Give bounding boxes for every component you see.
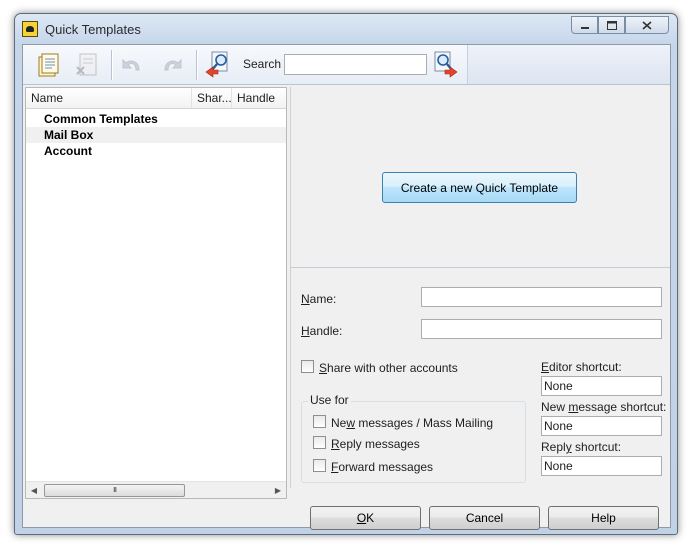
redo-button[interactable]: [158, 51, 186, 79]
minimize-icon: [580, 27, 589, 29]
title-bar[interactable]: Quick Templates: [15, 14, 677, 44]
editor-shortcut-label: Editor shortcut:: [541, 360, 622, 374]
name-label: Name:: [301, 292, 337, 306]
find-prev-button[interactable]: [204, 51, 232, 79]
close-button[interactable]: [625, 16, 669, 34]
new-message-shortcut-label: New message shortcut:: [541, 400, 667, 414]
reply-messages-label[interactable]: Reply messages: [331, 437, 420, 451]
new-template-icon: [38, 53, 59, 77]
redo-icon: [164, 58, 182, 71]
share-label[interactable]: Share with other accounts: [319, 361, 458, 375]
horizontal-scrollbar[interactable]: ◀ III ▶: [26, 481, 286, 498]
forward-messages-checkbox[interactable]: [313, 459, 326, 472]
reply-shortcut-field[interactable]: None: [541, 456, 662, 476]
reply-shortcut-label: Reply shortcut:: [541, 440, 622, 454]
toolbar-separator: [111, 50, 112, 80]
search-forward-icon: [434, 51, 458, 78]
scroll-left-icon[interactable]: ◀: [27, 484, 41, 497]
handle-label: Handle:: [301, 324, 343, 338]
column-header-handle[interactable]: Handle: [232, 88, 286, 108]
handle-field[interactable]: [421, 319, 662, 339]
new-message-shortcut-field[interactable]: None: [541, 416, 662, 436]
search-back-icon: [205, 51, 228, 78]
editor-shortcut-field[interactable]: None: [541, 376, 662, 396]
help-button[interactable]: Help: [548, 506, 659, 530]
tree-header: Name Shar... Handle: [26, 88, 286, 109]
close-icon: [642, 20, 652, 30]
scrollbar-thumb[interactable]: III: [44, 484, 185, 497]
reply-messages-checkbox[interactable]: [313, 436, 326, 449]
tree-item-mail-box[interactable]: Mail Box: [26, 127, 286, 143]
app-bat-icon: [22, 21, 38, 37]
properties-pane: Name: Handle: Share with other accounts …: [290, 267, 670, 488]
undo-button[interactable]: [118, 51, 146, 79]
create-template-button[interactable]: Create a new Quick Template: [382, 172, 577, 203]
scroll-right-icon[interactable]: ▶: [271, 484, 285, 497]
ok-button[interactable]: OK: [310, 506, 421, 530]
tree-item-account[interactable]: Account: [26, 143, 286, 159]
search-label: Search: [243, 57, 282, 71]
delete-template-icon: [76, 53, 97, 76]
maximize-button[interactable]: [598, 16, 625, 34]
cancel-button[interactable]: Cancel: [429, 506, 540, 530]
forward-messages-label[interactable]: Forward messages: [331, 460, 433, 474]
use-for-title: Use for: [308, 393, 351, 407]
template-tree[interactable]: Name Shar... Handle Common Templates Mai…: [25, 87, 287, 499]
toolbar-separator: [196, 50, 197, 80]
new-messages-label[interactable]: New messages / Mass Mailing: [331, 416, 493, 430]
toolbar: Search: [23, 45, 670, 85]
tree-item-common-templates[interactable]: Common Templates: [26, 111, 286, 127]
find-next-button[interactable]: [431, 51, 459, 79]
minimize-button[interactable]: [571, 16, 598, 34]
new-messages-checkbox[interactable]: [313, 415, 326, 428]
delete-template-button[interactable]: [73, 51, 101, 79]
share-checkbox[interactable]: [301, 360, 314, 373]
column-header-share[interactable]: Shar...: [192, 88, 232, 108]
name-field[interactable]: [421, 287, 662, 307]
new-template-button[interactable]: [35, 51, 63, 79]
column-header-name[interactable]: Name: [26, 88, 192, 108]
toolbar-band: [467, 45, 670, 84]
client-area: Search Name Shar... Handle Common Templa…: [22, 44, 671, 530]
maximize-icon: [606, 20, 617, 30]
search-input[interactable]: [284, 54, 427, 75]
preview-pane: Create a new Quick Template: [290, 87, 670, 267]
caption-buttons: [571, 16, 669, 34]
window-title: Quick Templates: [45, 22, 141, 37]
quick-templates-window: Quick Templates Search Name Shar... Hand…: [14, 13, 678, 535]
undo-icon: [122, 58, 140, 71]
